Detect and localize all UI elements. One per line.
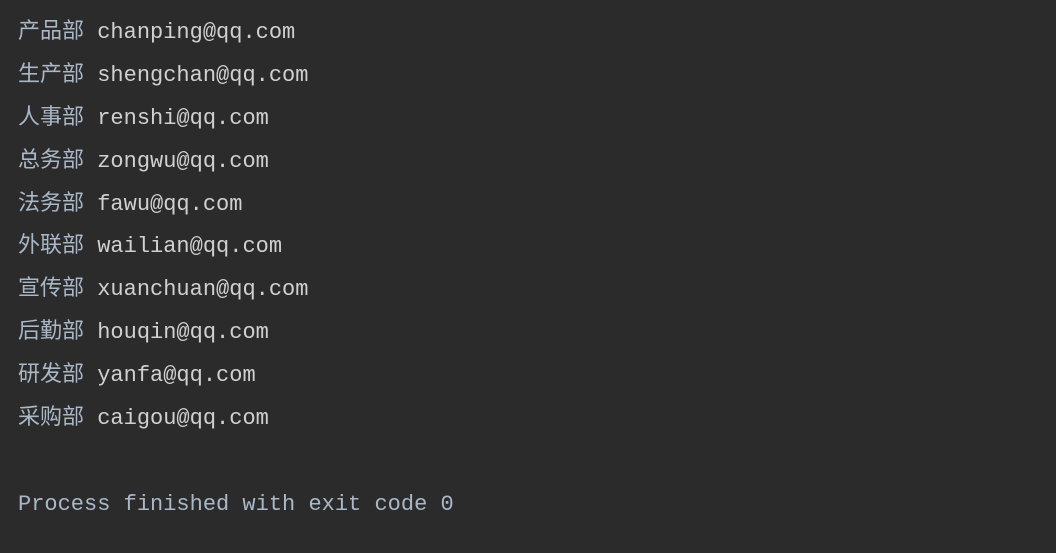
blank-line [18, 441, 1038, 484]
console-output[interactable]: 产品部 chanping@qq.com 生产部 shengchan@qq.com… [18, 12, 1038, 527]
department-name: 产品部 [18, 20, 84, 45]
email-address: yanfa@qq.com [97, 363, 255, 388]
department-name: 后勤部 [18, 320, 84, 345]
department-name: 采购部 [18, 406, 84, 431]
email-address: shengchan@qq.com [97, 63, 308, 88]
email-address: zongwu@qq.com [97, 149, 269, 174]
exit-status: Process finished with exit code 0 [18, 484, 1038, 527]
email-address: chanping@qq.com [97, 20, 295, 45]
department-name: 法务部 [18, 192, 84, 217]
department-name: 研发部 [18, 363, 84, 388]
email-address: fawu@qq.com [97, 192, 242, 217]
email-address: wailian@qq.com [97, 234, 282, 259]
output-line: 采购部 caigou@qq.com [18, 398, 1038, 441]
department-name: 生产部 [18, 63, 84, 88]
email-address: houqin@qq.com [97, 320, 269, 345]
output-line: 产品部 chanping@qq.com [18, 12, 1038, 55]
department-name: 总务部 [18, 149, 84, 174]
department-name: 人事部 [18, 106, 84, 131]
output-line: 总务部 zongwu@qq.com [18, 141, 1038, 184]
department-name: 外联部 [18, 234, 84, 259]
output-line: 生产部 shengchan@qq.com [18, 55, 1038, 98]
email-address: xuanchuan@qq.com [97, 277, 308, 302]
output-line: 研发部 yanfa@qq.com [18, 355, 1038, 398]
department-name: 宣传部 [18, 277, 84, 302]
email-address: renshi@qq.com [97, 106, 269, 131]
email-address: caigou@qq.com [97, 406, 269, 431]
output-line: 外联部 wailian@qq.com [18, 226, 1038, 269]
output-line: 宣传部 xuanchuan@qq.com [18, 269, 1038, 312]
output-line: 人事部 renshi@qq.com [18, 98, 1038, 141]
output-line: 法务部 fawu@qq.com [18, 184, 1038, 227]
output-line: 后勤部 houqin@qq.com [18, 312, 1038, 355]
